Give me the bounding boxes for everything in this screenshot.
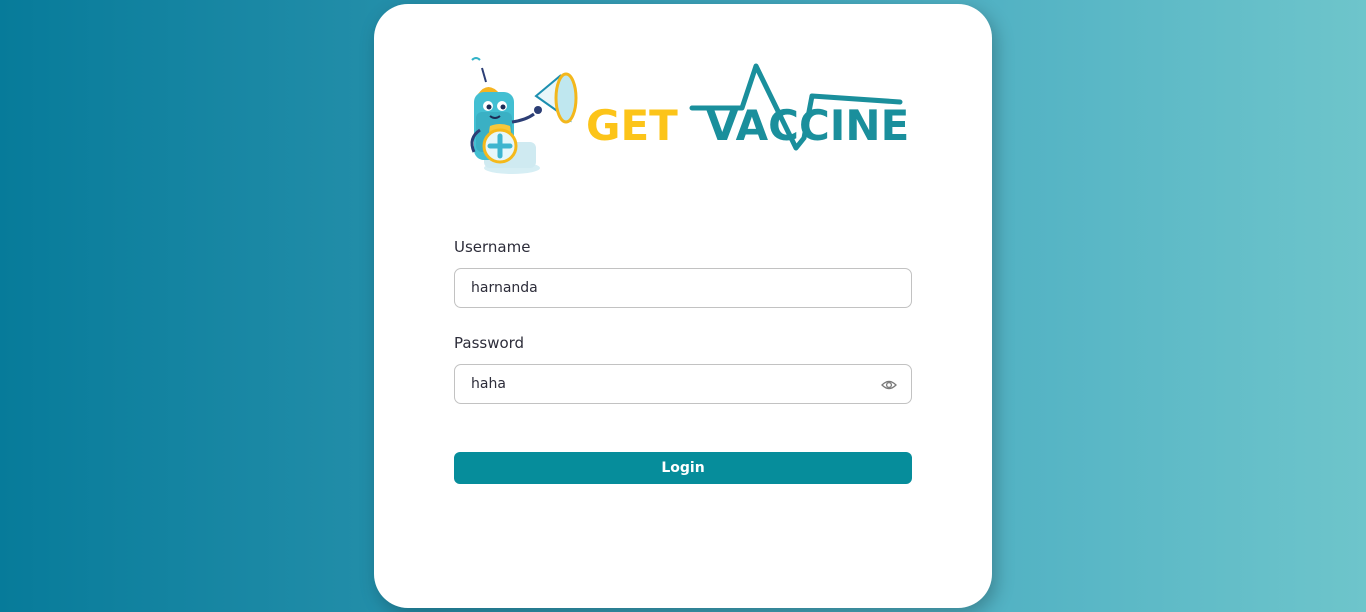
username-field[interactable] <box>454 268 912 308</box>
password-label: Password <box>454 334 525 352</box>
brand-word-get: GET <box>586 101 678 150</box>
login-card: GET VACCINE Username Password Login <box>374 4 992 608</box>
username-label: Username <box>454 238 531 256</box>
eye-icon[interactable] <box>881 377 897 391</box>
brand-word-vaccine: VACCINE <box>706 101 909 150</box>
login-button[interactable]: Login <box>454 452 912 484</box>
syringe-mascot-icon <box>470 57 578 174</box>
password-field[interactable] <box>454 364 912 404</box>
get-vaccine-logo: GET VACCINE <box>460 52 920 182</box>
password-input[interactable] <box>471 365 871 403</box>
username-input[interactable] <box>471 269 871 307</box>
